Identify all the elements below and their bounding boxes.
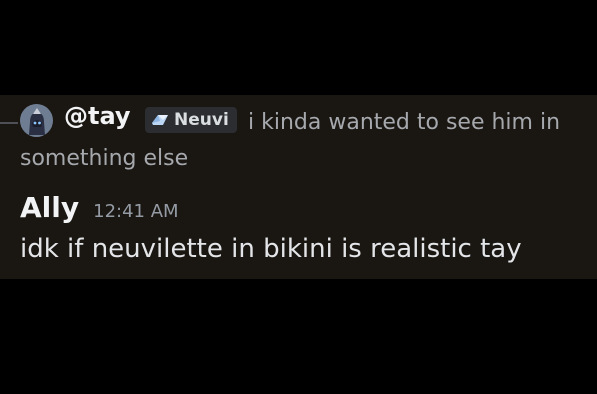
message-header: Ally 12:41 AM (20, 191, 179, 227)
role-name: Neuvi (174, 110, 229, 130)
author-name[interactable]: Ally (20, 191, 79, 224)
role-tag[interactable]: Neuvi (145, 107, 237, 133)
gem-icon (152, 115, 168, 125)
message-text: idk if neuvilette in bikini is realistic… (20, 234, 522, 264)
reply-avatar[interactable] (20, 104, 53, 137)
chat-screenshot: i kinda wanted to see him in something e… (0, 0, 597, 394)
reply-connector (0, 122, 18, 124)
reply-preview[interactable]: i kinda wanted to see him in something e… (20, 101, 580, 171)
reply-author[interactable]: @tay (64, 102, 131, 130)
timestamp[interactable]: 12:41 AM (93, 201, 178, 222)
